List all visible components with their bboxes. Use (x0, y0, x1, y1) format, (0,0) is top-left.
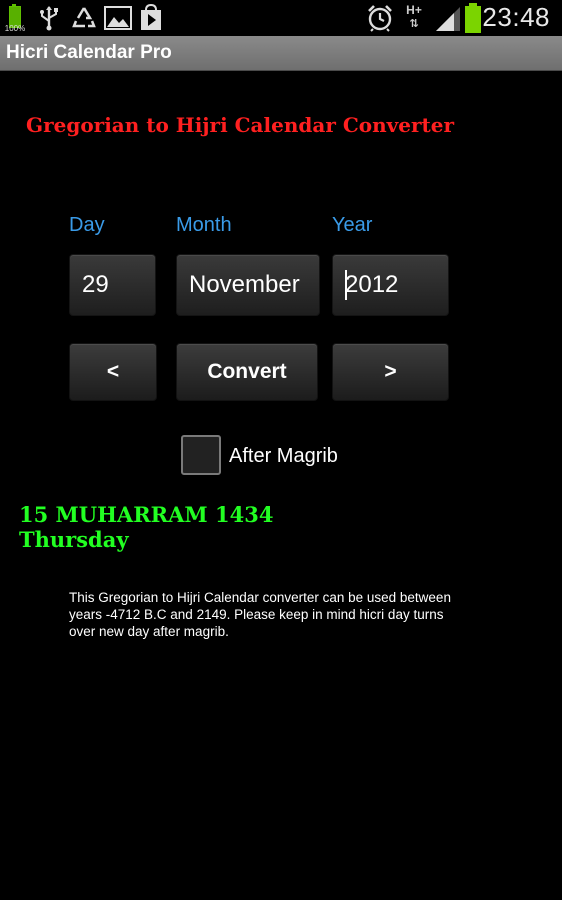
signal-icon (436, 7, 460, 31)
title-bar: Hicri Calendar Pro (0, 36, 562, 71)
network-icon: H+ ⇅ (406, 3, 422, 31)
usb-icon (40, 6, 58, 31)
alarm-icon (368, 5, 392, 32)
battery-icon: 100% (5, 4, 25, 33)
play-store-icon (141, 4, 161, 30)
status-bar: 100% H+ ⇅ 23:48 (0, 0, 562, 36)
after-magrib-checkbox[interactable] (181, 435, 221, 475)
info-text: This Gregorian to Hijri Calendar convert… (69, 590, 451, 639)
month-value: November (189, 271, 300, 298)
year-field[interactable]: 2012 (332, 254, 449, 316)
month-field[interactable]: November (176, 254, 320, 316)
month-label: Month (176, 214, 232, 236)
convert-button[interactable]: Convert (176, 343, 318, 401)
text-cursor (345, 270, 347, 300)
converter-heading: Gregorian to Hijri Calendar Converter (26, 113, 454, 137)
battery-percent: 100% (4, 24, 26, 33)
after-magrib-label[interactable]: After Magrib (229, 445, 338, 468)
year-value: 2012 (345, 271, 399, 298)
app-title: Hicri Calendar Pro (6, 42, 172, 63)
battery-full-icon (465, 3, 481, 33)
clock: 23:48 (482, 2, 550, 32)
day-value: 29 (82, 271, 109, 298)
year-label: Year (332, 214, 373, 236)
day-field[interactable]: 29 (69, 254, 156, 316)
hijri-date-result: 15 MUHARRAM 1434 (19, 502, 274, 527)
previous-button[interactable]: < (69, 343, 157, 401)
image-icon (104, 6, 132, 30)
weekday-result: Thursday (19, 527, 129, 552)
next-button[interactable]: > (332, 343, 449, 401)
day-label: Day (69, 214, 105, 236)
recycle-icon (72, 7, 96, 28)
